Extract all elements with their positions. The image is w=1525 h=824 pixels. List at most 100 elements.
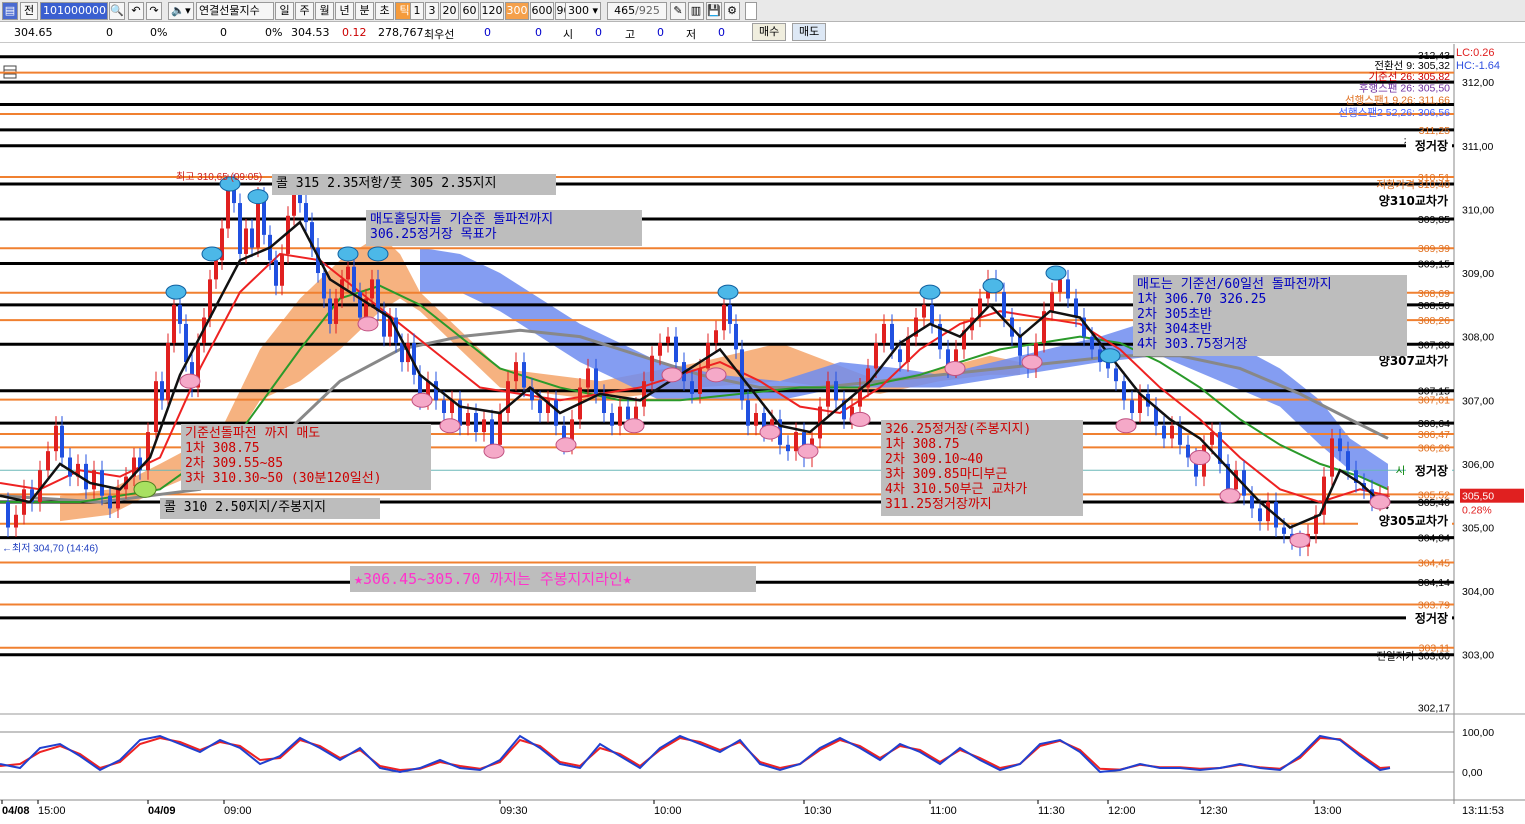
speaker-icon[interactable]: 🔈▾ bbox=[168, 2, 194, 20]
interval-button[interactable]: 600 bbox=[530, 2, 554, 20]
period-button[interactable]: 월 bbox=[315, 2, 334, 20]
pink-marker bbox=[849, 411, 871, 427]
annotation-text: ★306.45~305.70 까지는 주봉지지라인★ bbox=[354, 570, 632, 588]
instrument-name[interactable]: 연결선물지수 bbox=[196, 2, 274, 20]
candle bbox=[794, 432, 798, 452]
price-chart[interactable]: 312,43전환선 9: 305,32기준선 26: 305,82후행스팬 26… bbox=[0, 44, 1525, 824]
candle bbox=[442, 400, 446, 413]
prev-icon[interactable]: ↶ bbox=[128, 2, 144, 20]
volume: 278,767 bbox=[378, 26, 424, 39]
bar-count[interactable]: 465/925 bbox=[607, 2, 667, 20]
candle bbox=[586, 368, 590, 388]
candle bbox=[46, 451, 50, 471]
blue-marker bbox=[1099, 348, 1121, 364]
station-label-text: 양305교차가 bbox=[1379, 513, 1448, 528]
candle bbox=[178, 304, 182, 324]
pink-marker bbox=[1021, 354, 1043, 370]
pink-marker bbox=[439, 418, 461, 434]
hc-indicator: HC:-1.64 bbox=[1456, 60, 1500, 72]
candle bbox=[490, 419, 494, 445]
price: 304.65 bbox=[14, 26, 53, 39]
period-button[interactable]: 주 bbox=[295, 2, 314, 20]
candle bbox=[358, 292, 362, 318]
annotation-text: 기준선돌파전 까지 매도 bbox=[185, 426, 320, 441]
annotation-text: 4차 310.50부근 교차가 bbox=[885, 482, 1027, 497]
next-icon[interactable]: ↷ bbox=[146, 2, 162, 20]
pink-marker bbox=[1115, 418, 1137, 434]
candle bbox=[1114, 368, 1118, 382]
annotation-text: 326.25정거장(주봉지지) bbox=[885, 422, 1031, 437]
candle bbox=[1050, 292, 1054, 312]
gear-icon[interactable]: ⚙ bbox=[724, 2, 740, 20]
tool-icon[interactable]: ✎ bbox=[670, 2, 686, 20]
candle bbox=[250, 228, 254, 248]
annotation-text: 1차 308.75 bbox=[185, 441, 260, 456]
candle bbox=[786, 444, 790, 452]
search-icon[interactable]: 🔍 bbox=[109, 2, 125, 20]
candle bbox=[466, 412, 470, 426]
candle bbox=[68, 457, 72, 477]
candle bbox=[154, 381, 158, 433]
station-label-text: 정거장 bbox=[1415, 610, 1448, 625]
interval-button[interactable]: 120 bbox=[480, 2, 504, 20]
blue-marker bbox=[367, 246, 389, 262]
annotation-text: 매도는 기준선/60일선 돌파전까지 bbox=[1137, 277, 1332, 292]
chart-icon[interactable]: ▥ bbox=[688, 2, 704, 20]
annotation-box: 매도는 기준선/60일선 돌파전까지1차 306.70 326.252차 305… bbox=[1133, 275, 1407, 356]
pink-marker bbox=[179, 373, 201, 389]
pink-marker bbox=[623, 418, 645, 434]
annotation-text: 2차 305초반 bbox=[1137, 307, 1212, 322]
interval-button[interactable]: 3 bbox=[425, 2, 439, 20]
annotation-box: 기준선돌파전 까지 매도1차 308.752차 309.55~853차 310.… bbox=[181, 424, 431, 490]
x-label: 12:00 bbox=[1108, 805, 1136, 817]
interval-button[interactable]: 300 bbox=[505, 2, 529, 20]
candle bbox=[60, 425, 64, 458]
candle bbox=[334, 298, 338, 324]
interval-select[interactable]: 300 ▾ bbox=[565, 2, 601, 20]
blue-marker bbox=[982, 278, 1004, 294]
price-label: 309,85 bbox=[1418, 214, 1450, 226]
pink-marker bbox=[797, 443, 819, 459]
pink-marker bbox=[411, 392, 433, 408]
sell-button[interactable]: 매도 bbox=[792, 23, 827, 41]
x-label: 09:00 bbox=[224, 805, 252, 817]
candle bbox=[714, 330, 718, 344]
interval-button[interactable]: 60 bbox=[460, 2, 479, 20]
candle bbox=[54, 425, 58, 452]
save-icon[interactable]: 💾 bbox=[706, 2, 722, 20]
x-label: 15:00 bbox=[38, 805, 66, 817]
percent-1: 0% bbox=[150, 26, 168, 39]
period-button[interactable]: 일 bbox=[275, 2, 294, 20]
grid-icon[interactable]: ▤ bbox=[2, 2, 18, 20]
blue-marker bbox=[165, 284, 187, 300]
price-label: 305,40 bbox=[1418, 497, 1450, 509]
percent-2: 0% bbox=[265, 26, 283, 39]
prefix-button[interactable]: 전 bbox=[20, 2, 38, 20]
x-label: 04/08 bbox=[2, 805, 30, 817]
y-tick: 304,00 bbox=[1462, 586, 1494, 598]
checkbox[interactable] bbox=[745, 2, 757, 20]
interval-button[interactable]: 1 bbox=[410, 2, 424, 20]
price-label: 302,17 bbox=[1418, 703, 1450, 715]
interval-button[interactable]: 20 bbox=[440, 2, 459, 20]
station-label-text: 정거장 bbox=[1415, 138, 1448, 153]
candle bbox=[1330, 438, 1334, 477]
candle bbox=[304, 203, 308, 223]
candle bbox=[514, 362, 518, 382]
green-marker bbox=[133, 480, 157, 498]
period-button[interactable]: 년 bbox=[335, 2, 354, 20]
candle bbox=[898, 349, 902, 363]
high-value: 0 bbox=[657, 26, 664, 39]
annotation-text: 3차 310.30~50 (30분120일선) bbox=[185, 471, 382, 486]
change: 0.12 bbox=[342, 26, 367, 39]
price-label: 309,15 bbox=[1418, 258, 1450, 270]
annotation-box: 매도홀딩자들 기순준 돌파전까지306.25정거장 목표가 bbox=[366, 210, 642, 246]
candle bbox=[84, 463, 88, 490]
code-input[interactable]: 101000000 bbox=[40, 2, 108, 20]
buy-button[interactable]: 매수 bbox=[752, 23, 787, 41]
period-button[interactable]: 분 bbox=[355, 2, 374, 20]
period-button[interactable]: 초 bbox=[375, 2, 394, 20]
annotation-box: 콜 310 2.50지지/주봉지지 bbox=[160, 498, 380, 519]
annotation-text: 콜 310 2.50지지/주봉지지 bbox=[164, 500, 326, 515]
candle bbox=[674, 336, 678, 363]
